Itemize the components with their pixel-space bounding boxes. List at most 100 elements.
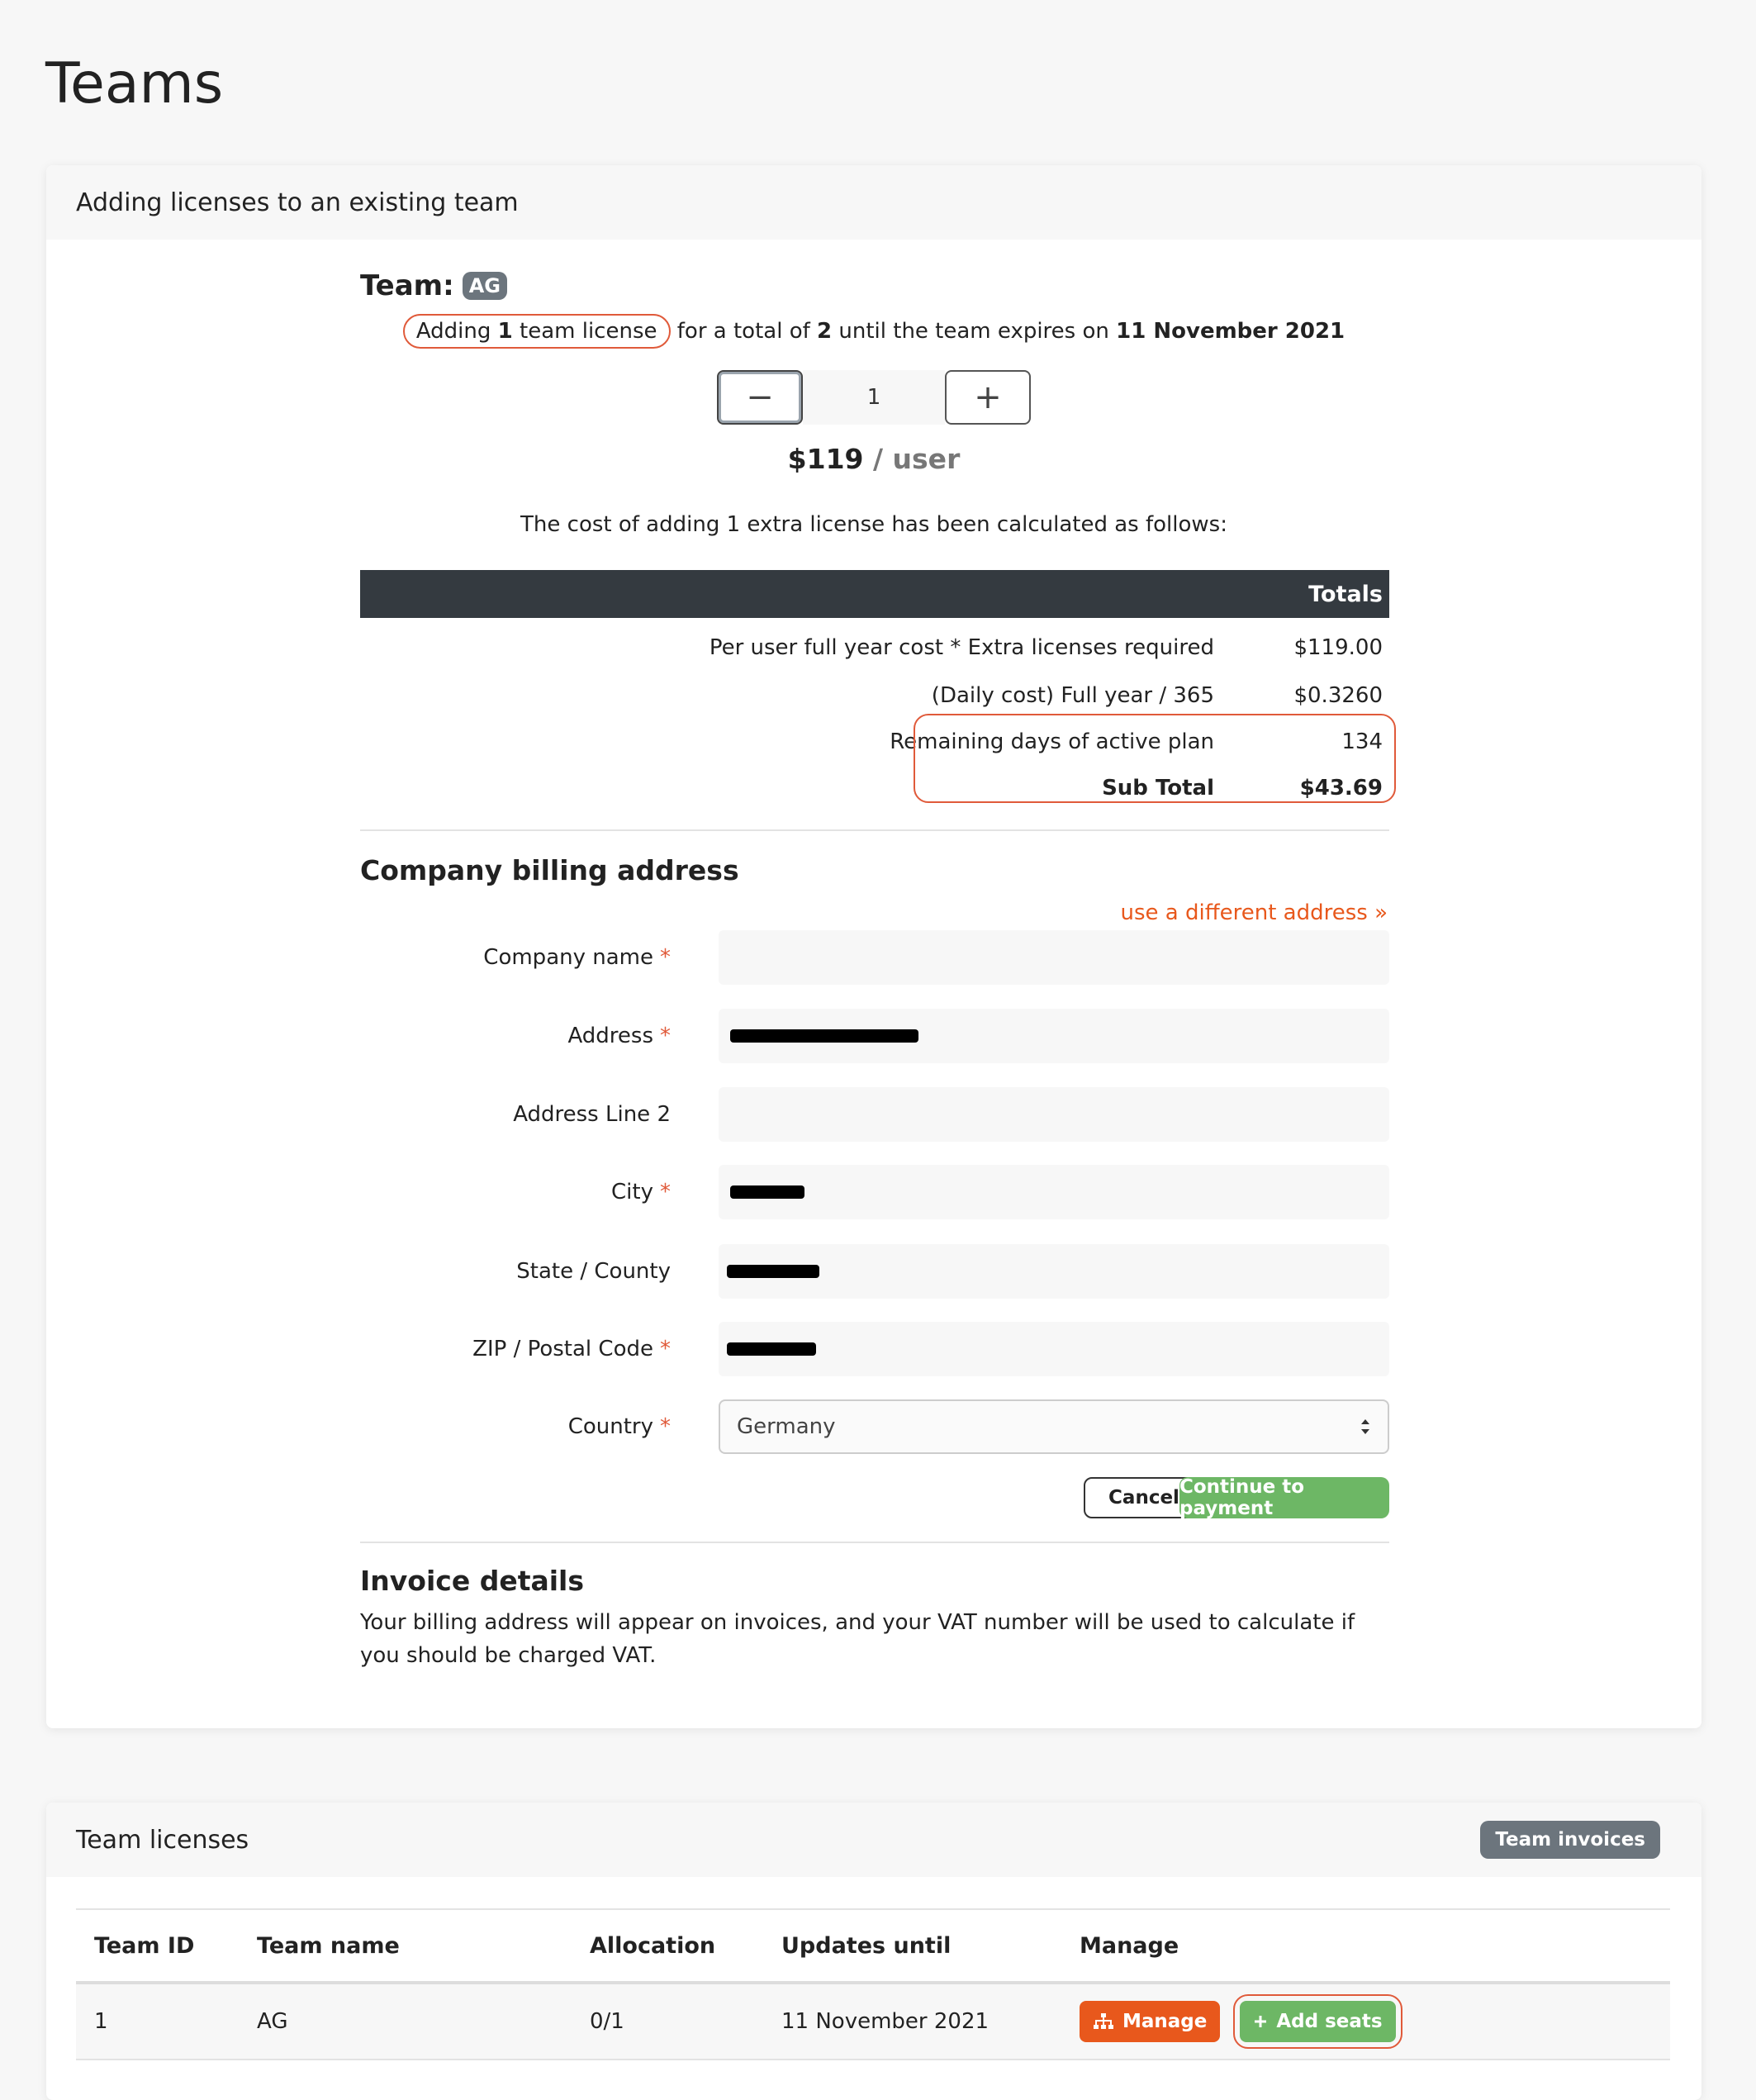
redacted-value — [727, 1342, 816, 1356]
totals-row-value: $119.00 — [1293, 635, 1383, 660]
state-input[interactable] — [719, 1244, 1389, 1299]
adding-prefix: Adding — [415, 319, 498, 344]
card-header-title: Team licenses — [76, 1825, 249, 1855]
team-line: Team: AG — [360, 269, 507, 302]
allocation-cell: 0/1 — [590, 2009, 624, 2034]
card-header-title: Adding licenses to an existing team — [76, 188, 519, 217]
column-header: Allocation — [590, 1932, 716, 1959]
sitemap-icon — [1094, 2013, 1113, 2029]
invoice-text: Your billing address will appear on invo… — [360, 1610, 1355, 1668]
increment-button[interactable]: + — [945, 370, 1031, 425]
adding-mid: for a total of — [670, 319, 818, 344]
totals-row: (Daily cost) Full year / 365 $0.3260 — [360, 679, 1389, 712]
country-label-text: Country — [567, 1414, 653, 1439]
adding-count: 1 — [497, 319, 513, 344]
manage-button-label: Manage — [1122, 2011, 1208, 2032]
divider — [360, 829, 1389, 831]
totals-row-label: Per user full year cost * Extra licenses… — [709, 635, 1214, 660]
invoice-title: Invoice details — [360, 1565, 585, 1597]
address-label: Address * — [567, 1009, 671, 1063]
state-label: State / County — [516, 1244, 671, 1299]
column-header: Team name — [257, 1932, 400, 1959]
add-seats-button[interactable]: Add seats — [1240, 2001, 1396, 2042]
address-line2-label-text: Address Line 2 — [513, 1102, 671, 1127]
zip-row: ZIP / Postal Code * — [360, 1322, 1389, 1376]
zip-label: ZIP / Postal Code * — [472, 1322, 671, 1376]
licenses-table: Team ID Team name Allocation Updates unt… — [76, 1908, 1670, 2060]
totals-row: Per user full year cost * Extra licenses… — [360, 631, 1389, 664]
city-input[interactable] — [719, 1165, 1389, 1219]
country-select[interactable]: Germany — [719, 1399, 1389, 1454]
table-row: 1 AG 0/1 11 November 2021 Manage Add sea… — [76, 1984, 1670, 2060]
team-licenses-card: Team licenses Team invoices Team ID Team… — [46, 1803, 1701, 2100]
updates-until-cell: 11 November 2021 — [781, 2009, 990, 2034]
different-address-link[interactable]: use a different address » — [1121, 900, 1388, 925]
company-name-row: Company name * — [360, 930, 1389, 985]
add-seats-label: Add seats — [1276, 2011, 1383, 2032]
required-marker: * — [660, 1180, 671, 1204]
manage-button[interactable]: Manage — [1080, 2001, 1221, 2042]
decrement-button[interactable]: − — [717, 370, 803, 425]
country-selected: Germany — [737, 1414, 836, 1439]
price-unit: / user — [863, 443, 961, 475]
state-row: State / County — [360, 1244, 1389, 1299]
totals-row-value: $0.3260 — [1293, 683, 1383, 708]
totals-row-label: (Daily cost) Full year / 365 — [931, 683, 1214, 708]
table-header: Team ID Team name Allocation Updates unt… — [76, 1910, 1670, 1984]
team-invoices-button[interactable]: Team invoices — [1480, 1821, 1660, 1859]
team-badge: AG — [462, 272, 507, 300]
adding-until: until the team expires on — [832, 319, 1117, 344]
team-name-cell: AG — [257, 2009, 288, 2034]
address-line2-row: Address Line 2 — [360, 1087, 1389, 1142]
manage-cell: Manage Add seats — [1080, 1984, 1402, 2059]
continue-to-payment-button[interactable]: Continue to payment — [1179, 1476, 1389, 1519]
subtotal-highlight — [914, 714, 1396, 803]
adding-licenses-card: Adding licenses to an existing team Team… — [46, 165, 1701, 1728]
quantity-input[interactable]: 1 — [803, 370, 945, 425]
address-line2-input[interactable] — [719, 1087, 1389, 1142]
team-label: Team: — [360, 269, 454, 302]
price-value: $119 — [787, 443, 864, 475]
card-header: Adding licenses to an existing team — [46, 165, 1701, 240]
zip-label-text: ZIP / Postal Code — [472, 1337, 653, 1361]
city-label-text: City — [611, 1180, 653, 1204]
city-row: City * — [360, 1165, 1389, 1219]
add-seats-highlight: Add seats — [1233, 1994, 1402, 2049]
address-line2-label: Address Line 2 — [513, 1087, 671, 1142]
adding-date: 11 November 2021 — [1116, 319, 1345, 344]
team-id-cell: 1 — [94, 2009, 108, 2034]
card-header: Team licenses Team invoices — [46, 1803, 1701, 1877]
quantity-stepper: − 1 + — [717, 370, 1031, 425]
address-input[interactable] — [719, 1009, 1389, 1063]
totals-table: Totals Per user full year cost * Extra l… — [360, 570, 1396, 803]
required-marker: * — [660, 1337, 671, 1361]
city-label: City * — [611, 1165, 671, 1219]
calculation-note: The cost of adding 1 extra license has b… — [520, 512, 1227, 537]
adding-count-highlight: Adding 1 team license — [402, 314, 671, 349]
company-name-input[interactable] — [719, 930, 1389, 985]
redacted-value — [730, 1029, 918, 1043]
column-header: Manage — [1080, 1932, 1179, 1959]
country-label: Country * — [568, 1399, 671, 1454]
zip-input[interactable] — [719, 1322, 1389, 1376]
state-label-text: State / County — [516, 1259, 671, 1284]
plus-icon — [1255, 2016, 1267, 2027]
required-marker: * — [660, 1024, 671, 1048]
required-marker: * — [660, 1414, 671, 1439]
page-title: Teams — [45, 51, 224, 116]
redacted-value — [730, 1185, 804, 1199]
company-name-label: Company name * — [483, 930, 671, 985]
billing-title: Company billing address — [360, 854, 739, 886]
address-label-text: Address — [567, 1024, 653, 1048]
company-name-label-text: Company name — [483, 945, 653, 970]
select-arrows-icon — [1361, 1419, 1369, 1434]
redacted-value — [727, 1265, 819, 1278]
divider — [360, 1542, 1389, 1543]
country-row: Country * Germany — [360, 1399, 1389, 1454]
column-header: Updates until — [781, 1932, 952, 1959]
price-per-user: $119 / user — [46, 443, 1701, 475]
totals-header: Totals — [360, 570, 1389, 618]
adding-summary: Adding 1 team license for a total of 2 u… — [46, 314, 1701, 349]
column-header: Team ID — [94, 1932, 195, 1959]
adding-total: 2 — [817, 319, 833, 344]
